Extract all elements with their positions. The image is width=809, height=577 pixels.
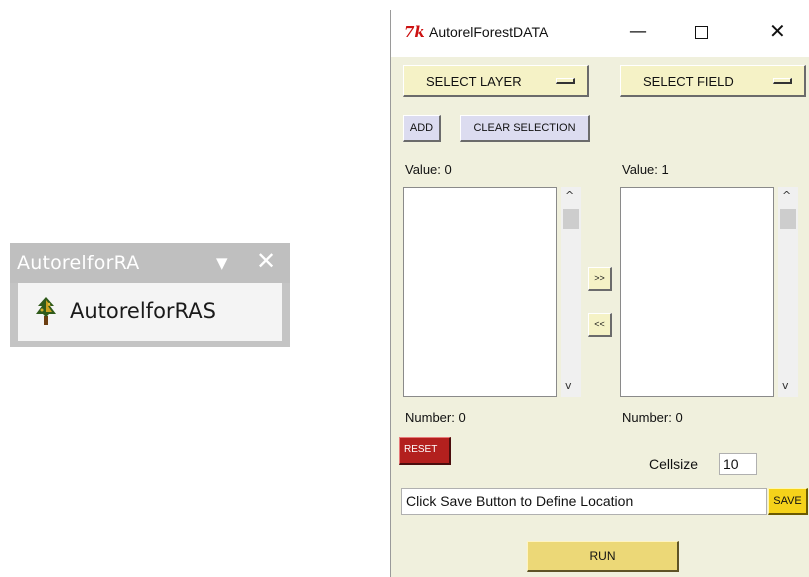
left-value-label: Value: 0 xyxy=(405,162,452,177)
cellsize-label: Cellsize xyxy=(649,456,699,472)
select-field-menubutton[interactable]: SELECT FIELD xyxy=(620,65,806,97)
move-left-button[interactable]: << xyxy=(588,313,612,337)
window-titlebar[interactable]: 7k AutorelForestDATA — ✕ xyxy=(391,10,809,57)
toolbar-title: AutorelforRA xyxy=(17,252,140,274)
save-button[interactable]: SAVE xyxy=(768,488,808,515)
maximize-icon[interactable] xyxy=(695,26,708,39)
clear-selection-button[interactable]: CLEAR SELECTION xyxy=(460,115,590,142)
add-button[interactable]: ADD xyxy=(403,115,441,142)
tree-icon xyxy=(36,297,56,325)
select-layer-label: SELECT LAYER xyxy=(426,74,522,89)
toolbar-titlebar[interactable]: AutorelforRA ▼ ✕ xyxy=(10,243,290,283)
location-field[interactable]: Click Save Button to Define Location xyxy=(401,488,767,515)
run-button[interactable]: RUN xyxy=(527,541,679,572)
floating-toolbar: AutorelforRA ▼ ✕ AutorelforRAS xyxy=(10,243,290,347)
left-number-label: Number: 0 xyxy=(405,410,466,425)
tool-label: AutorelforRAS xyxy=(70,299,216,323)
left-listbox[interactable] xyxy=(403,187,557,397)
select-layer-menubutton[interactable]: SELECT LAYER xyxy=(403,65,589,97)
window-close-icon[interactable]: ✕ xyxy=(769,19,786,43)
toolbar-close-icon[interactable]: ✕ xyxy=(256,247,276,275)
right-value-label: Value: 1 xyxy=(622,162,669,177)
scroll-thumb[interactable] xyxy=(563,209,579,229)
move-right-button[interactable]: >> xyxy=(588,267,612,291)
left-scrollbar[interactable]: ^ v xyxy=(561,187,581,397)
reset-button[interactable]: RESET xyxy=(399,437,451,465)
autorelforras-tool-button[interactable]: AutorelforRAS xyxy=(34,293,216,329)
tk-logo-icon: 7k xyxy=(404,23,425,41)
right-scrollbar[interactable]: ^ v xyxy=(778,187,798,397)
minimize-icon[interactable]: — xyxy=(629,21,647,42)
menubutton-indicator-icon xyxy=(773,78,792,84)
toolbar-dropdown-icon[interactable]: ▼ xyxy=(216,254,228,272)
right-listbox[interactable] xyxy=(620,187,774,397)
toolbar-body: AutorelforRAS xyxy=(18,283,282,341)
scroll-down-icon[interactable]: v xyxy=(565,379,572,392)
right-number-label: Number: 0 xyxy=(622,410,683,425)
scroll-up-icon[interactable]: ^ xyxy=(782,189,791,202)
autorel-forest-data-window: 7k AutorelForestDATA — ✕ SELECT LAYER SE… xyxy=(390,10,809,577)
scroll-thumb[interactable] xyxy=(780,209,796,229)
window-title: AutorelForestDATA xyxy=(429,24,549,40)
scroll-up-icon[interactable]: ^ xyxy=(565,189,574,202)
scroll-down-icon[interactable]: v xyxy=(782,379,789,392)
cellsize-input[interactable]: 10 xyxy=(719,453,757,475)
menubutton-indicator-icon xyxy=(556,78,575,84)
select-field-label: SELECT FIELD xyxy=(643,74,734,89)
